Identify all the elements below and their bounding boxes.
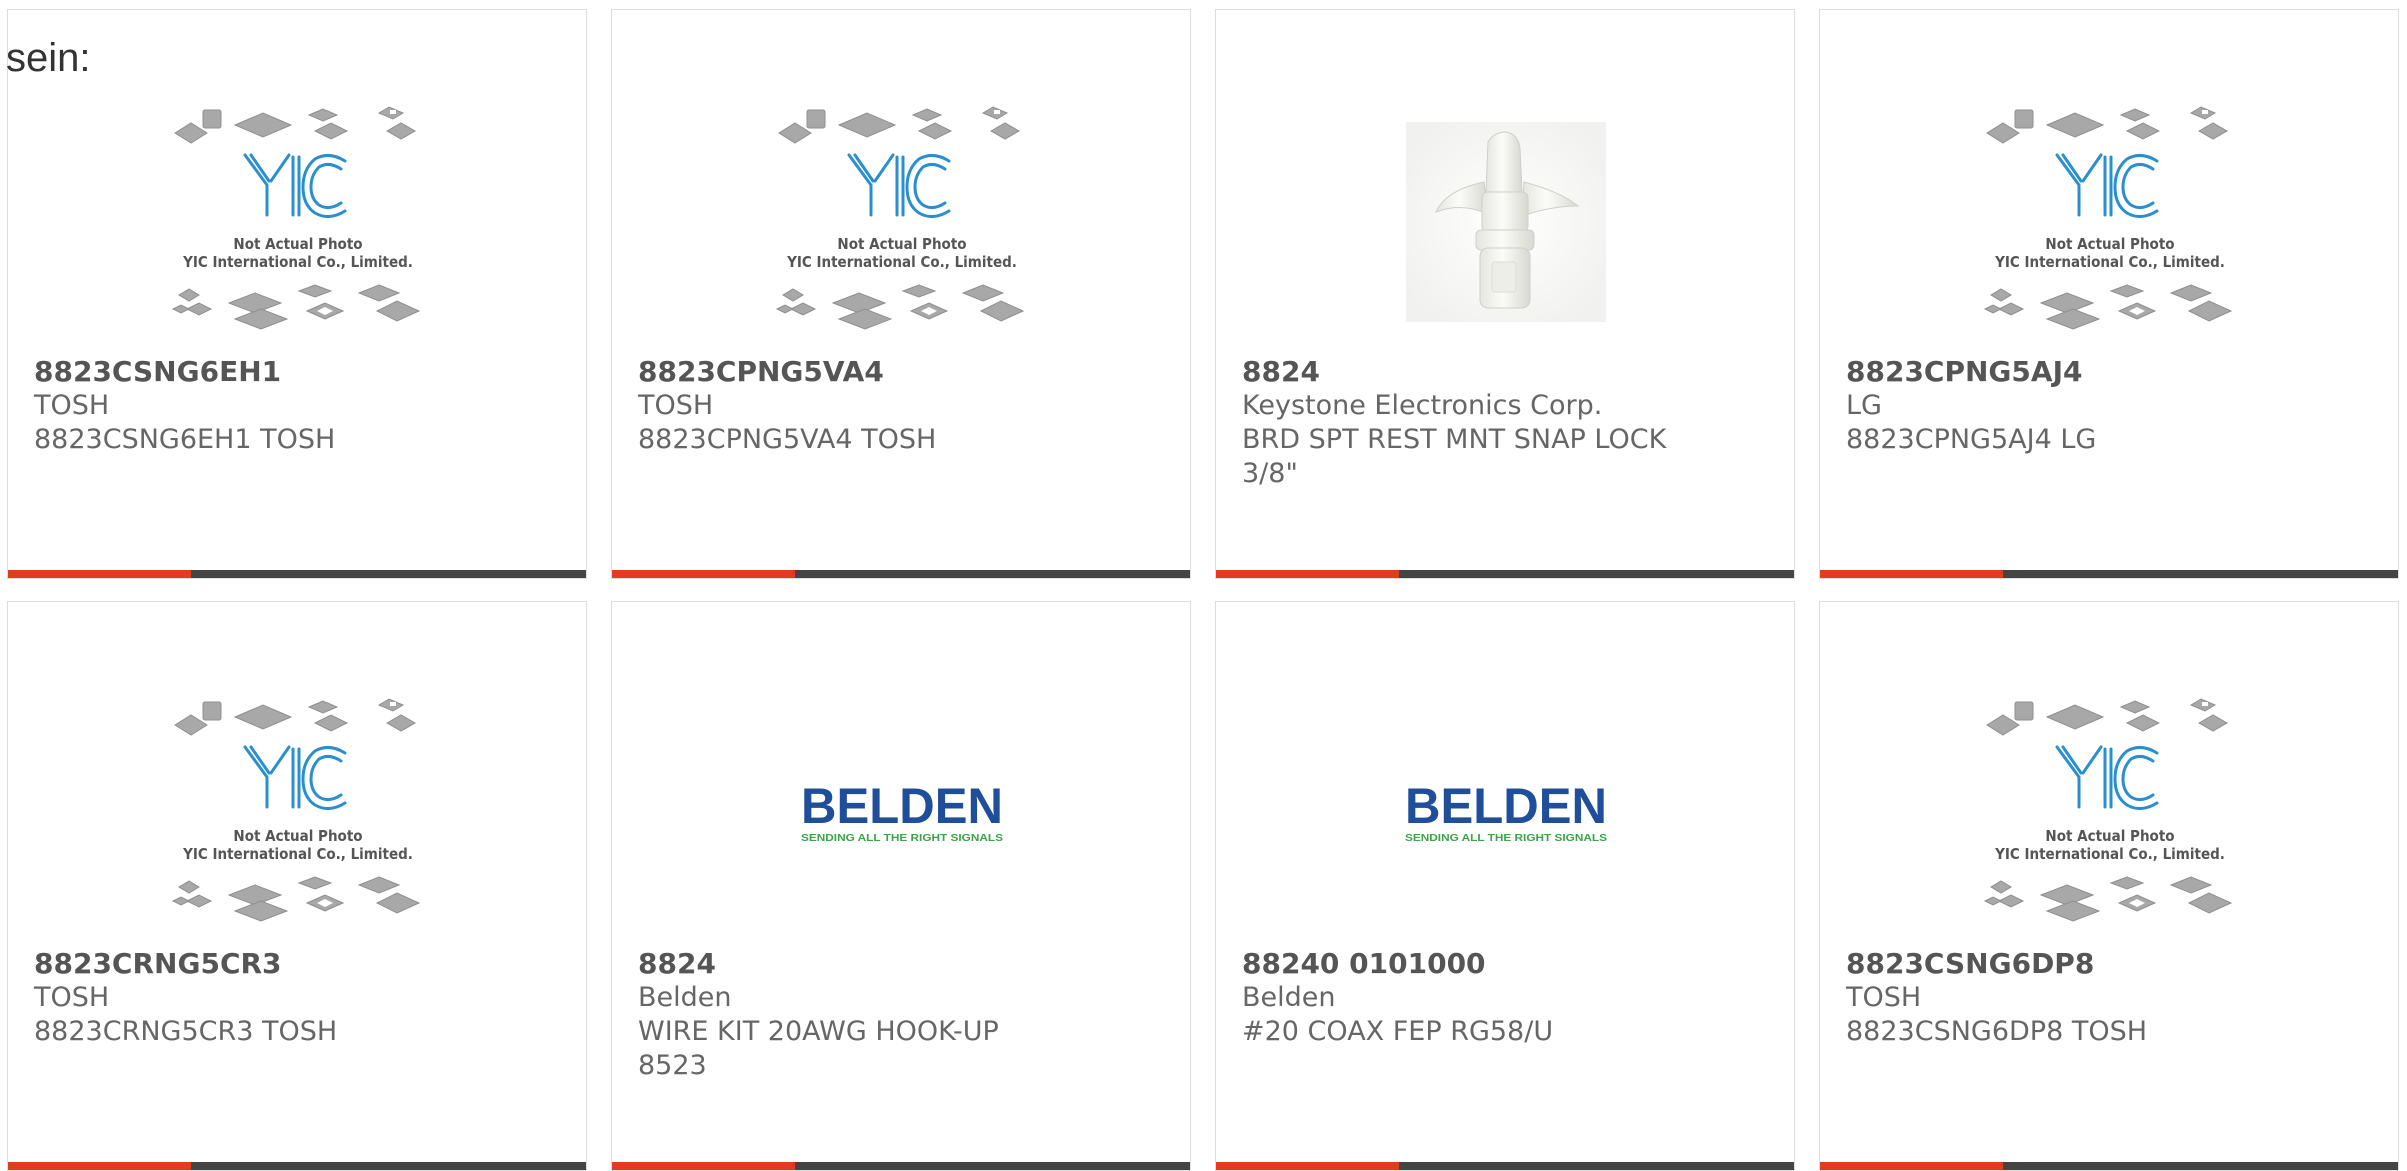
product-image[interactable]: Not Actual Photo YIC International Co., … [762, 92, 1042, 352]
manufacturer: Keystone Electronics Corp. [1242, 390, 1603, 421]
svg-text:YIC International Co., Limited: YIC International Co., Limited. [1994, 845, 2225, 863]
page-prefix-text: sein: [6, 36, 91, 80]
product-info: 8823CPNG5VA4 TOSH 8823CPNG5VA4 TOSH [638, 355, 1168, 457]
svg-text:Not Actual Photo: Not Actual Photo [2045, 827, 2174, 845]
card-bar-accent [612, 570, 795, 578]
manufacturer: LG [1846, 390, 1882, 421]
product-card[interactable]: Not Actual Photo YIC International Co., … [7, 9, 587, 579]
manufacturer: TOSH [638, 390, 714, 421]
card-bottom-bar [1216, 570, 1794, 578]
product-card[interactable]: Not Actual Photo YIC International Co., … [1819, 9, 2399, 579]
product-card[interactable]: Not Actual Photo YIC International Co., … [7, 601, 587, 1171]
product-info: 8823CSNG6DP8 TOSH 8823CSNG6DP8 TOSH [1846, 947, 2376, 1049]
product-card[interactable]: Not Actual Photo YIC International Co., … [1819, 601, 2399, 1171]
svg-text:YIC International Co., Limited: YIC International Co., Limited. [786, 253, 1017, 271]
manufacturer: Belden [638, 982, 732, 1013]
yic-placeholder-image: Not Actual Photo YIC International Co., … [1983, 697, 2233, 923]
card-bar-accent [1216, 1162, 1399, 1170]
part-number-link[interactable]: 8823CRNG5CR3 [34, 947, 564, 981]
part-number-link[interactable]: 8823CPNG5AJ4 [1846, 355, 2376, 389]
svg-text:YIC International Co., Limited: YIC International Co., Limited. [182, 253, 413, 271]
part-number-link[interactable]: 8824 [638, 947, 1168, 981]
product-grid: Not Actual Photo YIC International Co., … [7, 9, 2407, 1171]
part-number-link[interactable]: 8824 [1242, 355, 1772, 389]
product-card[interactable]: BELDEN SENDING ALL THE RIGHT SIGNALS 882… [1215, 601, 1795, 1171]
manufacturer: Belden [1242, 982, 1336, 1013]
card-bar-accent [1820, 570, 2003, 578]
manufacturer: TOSH [1846, 982, 1922, 1013]
card-bar-accent [1216, 570, 1399, 578]
belden-logo: BELDEN SENDING ALL THE RIGHT SIGNALS [801, 779, 1003, 844]
card-bar-accent [1820, 1162, 2003, 1170]
svg-text:Not Actual Photo: Not Actual Photo [837, 235, 966, 253]
product-info: 8823CPNG5AJ4 LG 8823CPNG5AJ4 LG [1846, 355, 2376, 457]
card-bottom-bar [1820, 570, 2398, 578]
svg-text:Not Actual Photo: Not Actual Photo [2045, 235, 2174, 253]
product-info: 88240 0101000 Belden #20 COAX FEP RG58/U [1242, 947, 1772, 1049]
product-image[interactable]: Not Actual Photo YIC International Co., … [158, 684, 438, 944]
svg-text:SENDING ALL THE RIGHT SIGNALS: SENDING ALL THE RIGHT SIGNALS [801, 833, 1003, 844]
description: 8823CPNG5VA4 TOSH [638, 424, 937, 455]
yic-placeholder-image: Not Actual Photo YIC International Co., … [775, 105, 1025, 331]
description: WIRE KIT 20AWG HOOK-UP 8523 [638, 1016, 999, 1081]
card-bottom-bar [1820, 1162, 2398, 1170]
part-number-link[interactable]: 8823CPNG5VA4 [638, 355, 1168, 389]
yic-placeholder-image: Not Actual Photo YIC International Co., … [171, 105, 421, 331]
product-info: 8823CSNG6EH1 TOSH 8823CSNG6EH1 TOSH [34, 355, 564, 457]
svg-text:Not Actual Photo: Not Actual Photo [233, 235, 362, 253]
product-info: 8824 Belden WIRE KIT 20AWG HOOK-UP 8523 [638, 947, 1168, 1083]
yic-placeholder-image: Not Actual Photo YIC International Co., … [1983, 105, 2233, 331]
card-bottom-bar [8, 1162, 586, 1170]
card-bottom-bar [612, 570, 1190, 578]
part-number-link[interactable]: 88240 0101000 [1242, 947, 1772, 981]
description: 8823CSNG6DP8 TOSH [1846, 1016, 2148, 1047]
svg-text:BELDEN: BELDEN [801, 779, 1003, 834]
description: 8823CSNG6EH1 TOSH [34, 424, 336, 455]
description: 8823CRNG5CR3 TOSH [34, 1016, 338, 1047]
svg-text:SENDING ALL THE RIGHT SIGNALS: SENDING ALL THE RIGHT SIGNALS [1405, 833, 1607, 844]
product-image[interactable] [1366, 92, 1646, 352]
description: BRD SPT REST MNT SNAP LOCK 3/8" [1242, 424, 1667, 489]
product-card[interactable]: 8824 Keystone Electronics Corp. BRD SPT … [1215, 9, 1795, 579]
svg-text:YIC International Co., Limited: YIC International Co., Limited. [182, 845, 413, 863]
svg-text:BELDEN: BELDEN [1405, 779, 1607, 834]
svg-text:YIC International Co., Limited: YIC International Co., Limited. [1994, 253, 2225, 271]
product-card[interactable]: Not Actual Photo YIC International Co., … [611, 9, 1191, 579]
product-card[interactable]: BELDEN SENDING ALL THE RIGHT SIGNALS 882… [611, 601, 1191, 1171]
yic-placeholder-image: Not Actual Photo YIC International Co., … [171, 697, 421, 923]
product-image[interactable]: Not Actual Photo YIC International Co., … [1970, 684, 2250, 944]
product-info: 8824 Keystone Electronics Corp. BRD SPT … [1242, 355, 1772, 491]
card-bottom-bar [1216, 1162, 1794, 1170]
belden-logo: BELDEN SENDING ALL THE RIGHT SIGNALS [1405, 779, 1607, 844]
card-bar-accent [612, 1162, 795, 1170]
card-bottom-bar [612, 1162, 1190, 1170]
manufacturer: TOSH [34, 982, 110, 1013]
description: 8823CPNG5AJ4 LG [1846, 424, 2097, 455]
description: #20 COAX FEP RG58/U [1242, 1016, 1554, 1047]
svg-text:Not Actual Photo: Not Actual Photo [233, 827, 362, 845]
product-image[interactable]: BELDEN SENDING ALL THE RIGHT SIGNALS [1366, 684, 1646, 944]
product-image[interactable]: Not Actual Photo YIC International Co., … [1970, 92, 2250, 352]
snap-lock-photo [1406, 122, 1606, 322]
card-bar-accent [8, 1162, 191, 1170]
product-image[interactable]: BELDEN SENDING ALL THE RIGHT SIGNALS [762, 684, 1042, 944]
product-image[interactable]: Not Actual Photo YIC International Co., … [158, 92, 438, 352]
part-number-link[interactable]: 8823CSNG6EH1 [34, 355, 564, 389]
card-bar-accent [8, 570, 191, 578]
product-info: 8823CRNG5CR3 TOSH 8823CRNG5CR3 TOSH [34, 947, 564, 1049]
manufacturer: TOSH [34, 390, 110, 421]
part-number-link[interactable]: 8823CSNG6DP8 [1846, 947, 2376, 981]
card-bottom-bar [8, 570, 586, 578]
